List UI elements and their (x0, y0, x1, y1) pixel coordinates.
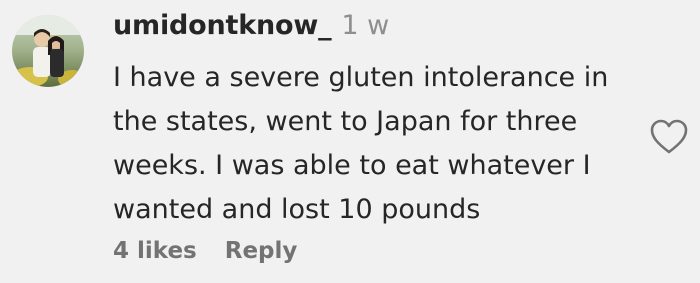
comment-text-line: weeks. I was able to eat whatever I (113, 150, 591, 181)
comment-footer: 4 likes Reply (113, 238, 297, 264)
likes-count[interactable]: 4 likes (113, 238, 197, 264)
username[interactable]: umidontknow_ (113, 10, 332, 41)
timestamp: 1 w (341, 10, 390, 41)
avatar[interactable] (12, 15, 84, 87)
comment-header: umidontknow_ 1 w (113, 10, 389, 41)
comment-text-line: the states, went to Japan for three (113, 106, 578, 137)
comment-text-line: wanted and lost 10 pounds (113, 194, 481, 225)
comment-text: I have a severe gluten intolerance in th… (113, 56, 633, 232)
comment-text-line: I have a severe gluten intolerance in (113, 62, 609, 93)
avatar-image (12, 15, 84, 87)
heart-icon[interactable] (649, 119, 689, 155)
reply-button[interactable]: Reply (225, 238, 298, 264)
comment: umidontknow_ 1 w I have a severe gluten i… (0, 0, 700, 283)
